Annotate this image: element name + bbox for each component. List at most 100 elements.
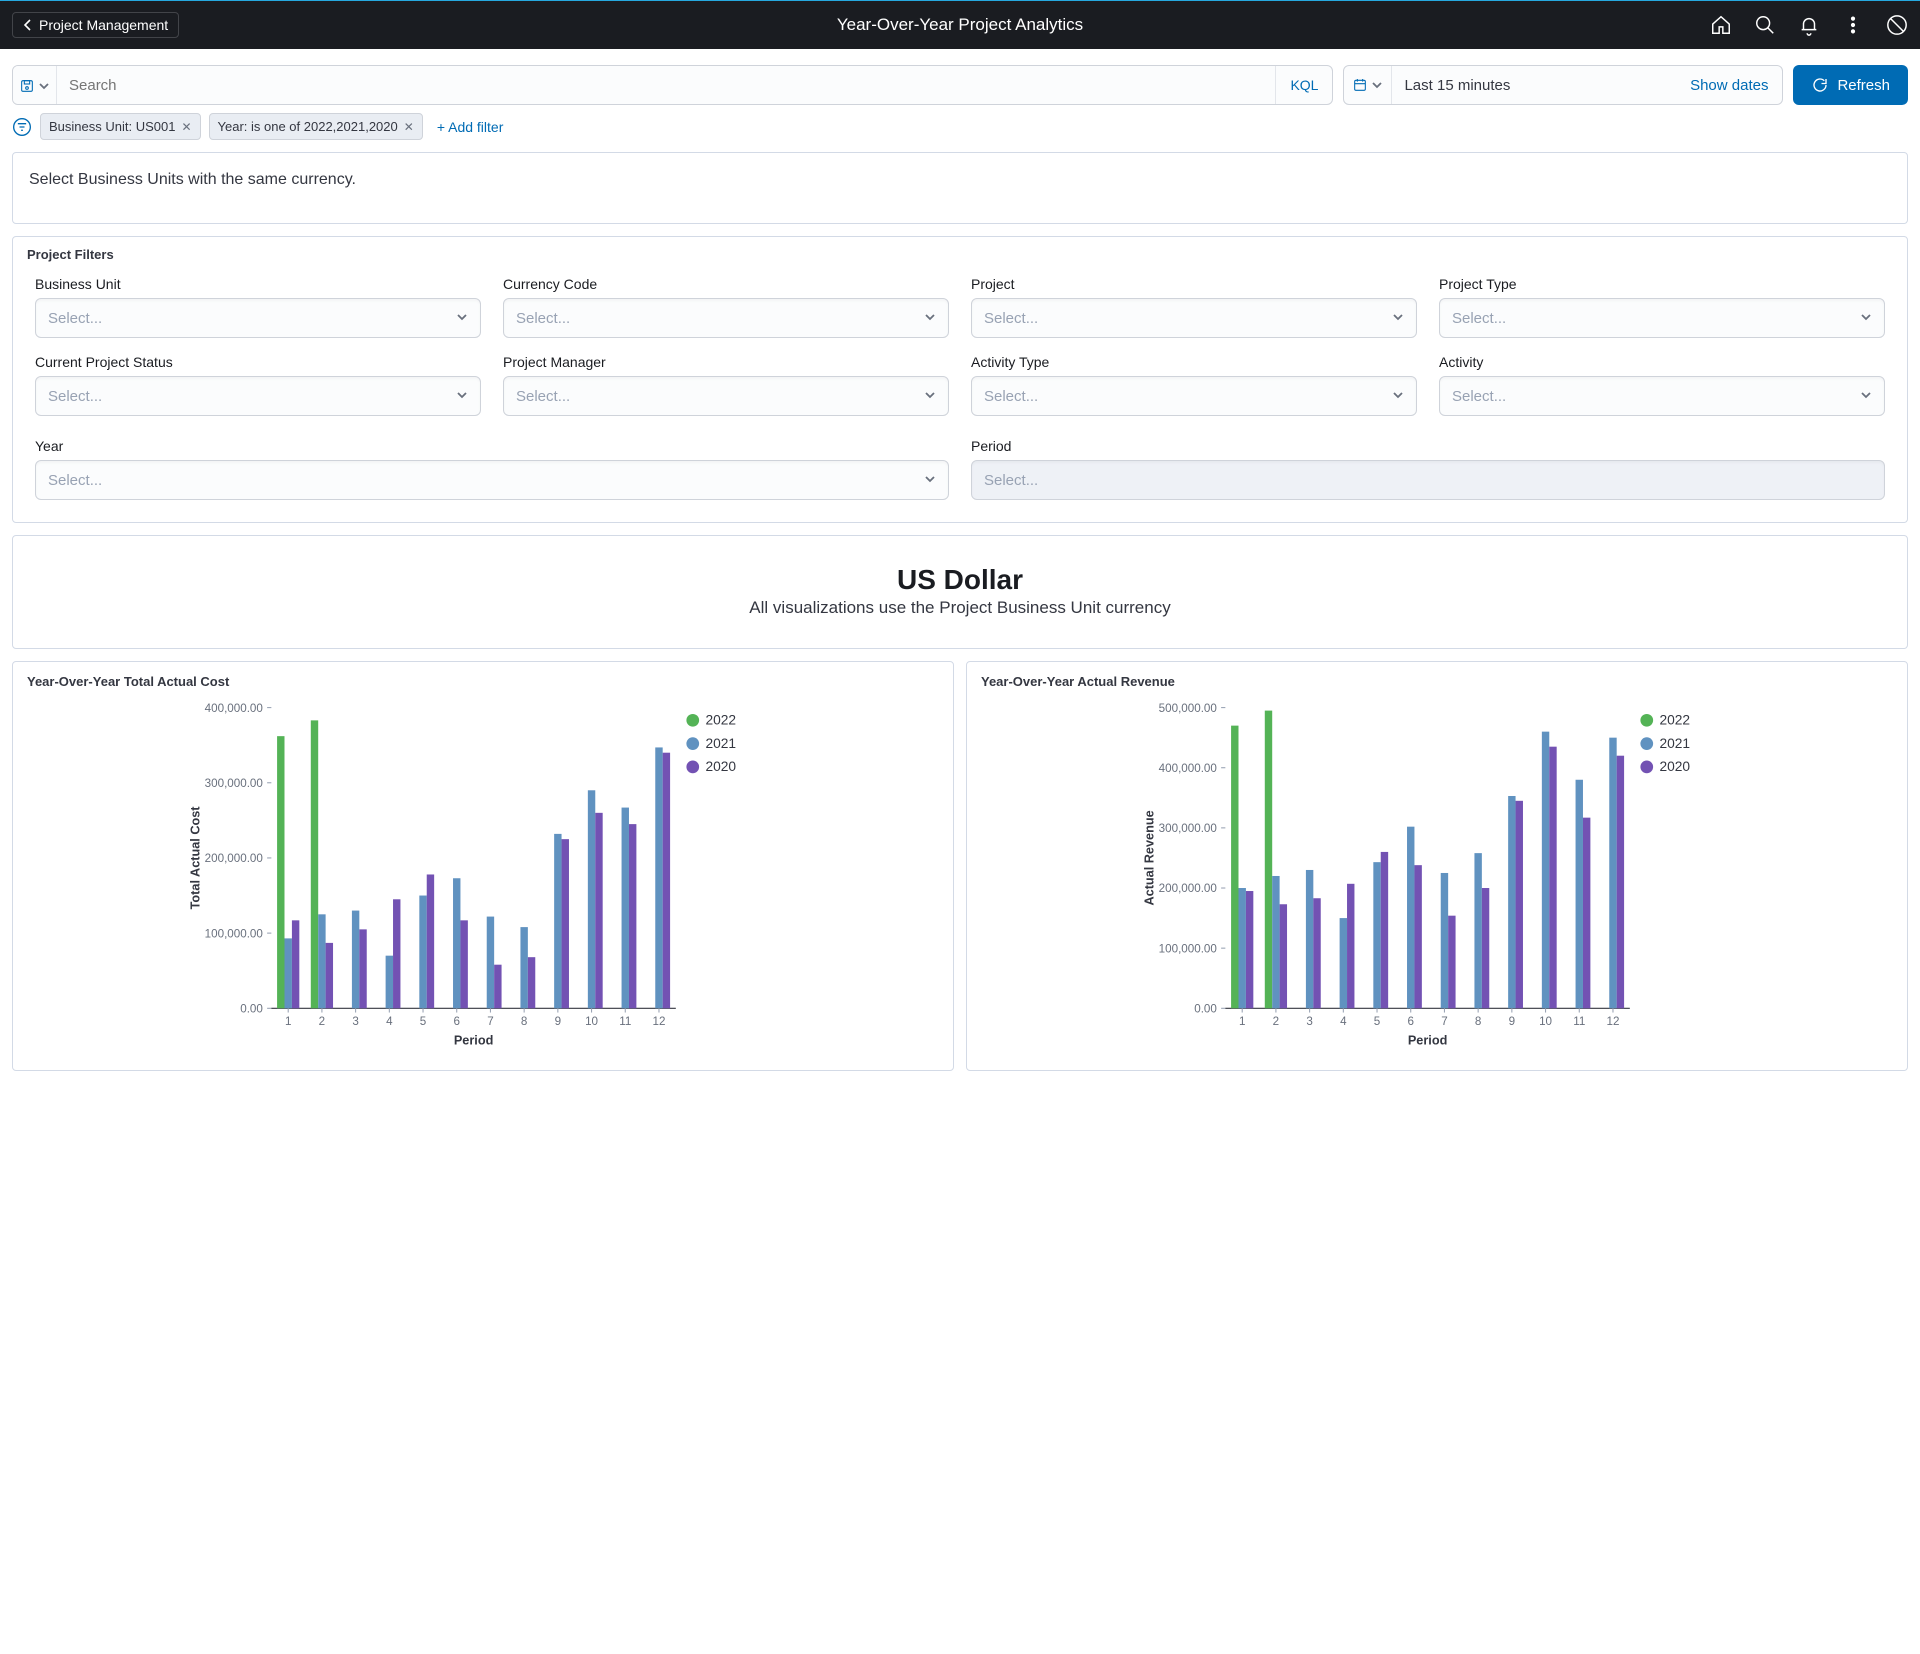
compass-icon[interactable] bbox=[1886, 14, 1908, 36]
bar[interactable] bbox=[1576, 780, 1583, 1009]
bar[interactable] bbox=[318, 914, 325, 1008]
calendar-icon bbox=[1352, 77, 1368, 93]
legend-label[interactable]: 2021 bbox=[705, 736, 736, 751]
bar[interactable] bbox=[1238, 888, 1245, 1008]
bar[interactable] bbox=[655, 747, 662, 1008]
bar[interactable] bbox=[1373, 862, 1380, 1008]
refresh-button[interactable]: Refresh bbox=[1793, 65, 1908, 105]
bar[interactable] bbox=[292, 920, 299, 1008]
filter-label: Current Project Status bbox=[35, 354, 481, 370]
bar[interactable] bbox=[460, 920, 467, 1008]
bar[interactable] bbox=[419, 896, 426, 1009]
bar[interactable] bbox=[393, 899, 400, 1008]
menu-dots-icon[interactable] bbox=[1842, 14, 1864, 36]
legend-dot[interactable] bbox=[686, 737, 699, 750]
bar[interactable] bbox=[1340, 918, 1347, 1008]
legend-dot[interactable] bbox=[1640, 761, 1653, 774]
close-icon[interactable]: ✕ bbox=[404, 120, 414, 134]
legend-dot[interactable] bbox=[1640, 737, 1653, 750]
legend-label[interactable]: 2020 bbox=[1659, 759, 1690, 774]
calendar-button[interactable] bbox=[1344, 66, 1392, 104]
select-project_type[interactable]: Select... bbox=[1439, 298, 1885, 338]
bar[interactable] bbox=[1542, 732, 1549, 1009]
bar[interactable] bbox=[1516, 801, 1523, 1008]
bar[interactable] bbox=[1381, 852, 1388, 1008]
close-icon[interactable]: ✕ bbox=[181, 120, 191, 134]
bar[interactable] bbox=[562, 839, 569, 1008]
select-activity[interactable]: Select... bbox=[1439, 376, 1885, 416]
bar[interactable] bbox=[1265, 711, 1272, 1009]
bar[interactable] bbox=[386, 956, 393, 1009]
bar[interactable] bbox=[359, 929, 366, 1008]
time-range-label[interactable]: Last 15 minutes bbox=[1392, 66, 1676, 104]
bar[interactable] bbox=[528, 957, 535, 1008]
back-button[interactable]: Project Management bbox=[12, 12, 179, 38]
bar[interactable] bbox=[1347, 884, 1354, 1008]
bar[interactable] bbox=[663, 753, 670, 1009]
bar[interactable] bbox=[1474, 853, 1481, 1008]
bar[interactable] bbox=[1313, 898, 1320, 1008]
bar[interactable] bbox=[1280, 904, 1287, 1008]
select-year[interactable]: Select... bbox=[35, 460, 949, 500]
bar[interactable] bbox=[1246, 891, 1253, 1008]
bar[interactable] bbox=[520, 927, 527, 1008]
bar[interactable] bbox=[494, 965, 501, 1009]
legend-label[interactable]: 2022 bbox=[1659, 713, 1690, 728]
legend-dot[interactable] bbox=[1640, 714, 1653, 727]
select-business_unit[interactable]: Select... bbox=[35, 298, 481, 338]
svg-text:10: 10 bbox=[1539, 1015, 1552, 1028]
filter-pill-label: Year: is one of 2022,2021,2020 bbox=[218, 119, 398, 134]
bar[interactable] bbox=[1508, 796, 1515, 1008]
bar[interactable] bbox=[1583, 818, 1590, 1009]
bar[interactable] bbox=[1549, 747, 1556, 1009]
bar[interactable] bbox=[1448, 916, 1455, 1009]
select-project_manager[interactable]: Select... bbox=[503, 376, 949, 416]
select-currency_code[interactable]: Select... bbox=[503, 298, 949, 338]
svg-text:11: 11 bbox=[1573, 1015, 1585, 1028]
bar[interactable] bbox=[487, 917, 494, 1009]
legend-dot[interactable] bbox=[686, 761, 699, 774]
bar[interactable] bbox=[1617, 756, 1624, 1009]
bar[interactable] bbox=[554, 834, 561, 1008]
select-period[interactable]: Select... bbox=[971, 460, 1885, 500]
bar[interactable] bbox=[277, 736, 284, 1008]
bar[interactable] bbox=[427, 874, 434, 1008]
kql-button[interactable]: KQL bbox=[1275, 66, 1332, 104]
legend-label[interactable]: 2020 bbox=[705, 759, 736, 774]
add-filter-button[interactable]: + Add filter bbox=[431, 119, 504, 135]
legend-label[interactable]: 2021 bbox=[1659, 736, 1690, 751]
bar[interactable] bbox=[588, 790, 595, 1008]
bar[interactable] bbox=[326, 943, 333, 1008]
bar[interactable] bbox=[1482, 888, 1489, 1008]
bar[interactable] bbox=[1306, 870, 1313, 1008]
filter-options-icon[interactable] bbox=[12, 117, 32, 137]
bell-icon[interactable] bbox=[1798, 14, 1820, 36]
bar[interactable] bbox=[629, 824, 636, 1008]
filter-label: Project bbox=[971, 276, 1417, 292]
bar[interactable] bbox=[352, 911, 359, 1009]
legend-label[interactable]: 2022 bbox=[705, 713, 736, 728]
bar[interactable] bbox=[311, 720, 318, 1008]
bar[interactable] bbox=[1441, 873, 1448, 1008]
filter-pill-business-unit[interactable]: Business Unit: US001 ✕ bbox=[40, 113, 201, 140]
select-activity_type[interactable]: Select... bbox=[971, 376, 1417, 416]
bar[interactable] bbox=[284, 938, 291, 1008]
home-icon[interactable] bbox=[1710, 14, 1732, 36]
bar[interactable] bbox=[1231, 726, 1238, 1009]
bar[interactable] bbox=[1272, 876, 1279, 1008]
bar[interactable] bbox=[595, 813, 602, 1008]
legend-dot[interactable] bbox=[686, 714, 699, 727]
saved-query-button[interactable] bbox=[13, 66, 57, 105]
bar[interactable] bbox=[1407, 827, 1414, 1009]
svg-text:7: 7 bbox=[487, 1015, 493, 1028]
show-dates-button[interactable]: Show dates bbox=[1676, 66, 1782, 104]
search-icon[interactable] bbox=[1754, 14, 1776, 36]
bar[interactable] bbox=[1609, 738, 1616, 1009]
select-project[interactable]: Select... bbox=[971, 298, 1417, 338]
filter-pill-year[interactable]: Year: is one of 2022,2021,2020 ✕ bbox=[209, 113, 423, 140]
bar[interactable] bbox=[622, 808, 629, 1009]
select-current_status[interactable]: Select... bbox=[35, 376, 481, 416]
search-input[interactable] bbox=[57, 66, 1275, 104]
bar[interactable] bbox=[1414, 865, 1421, 1008]
bar[interactable] bbox=[453, 878, 460, 1008]
